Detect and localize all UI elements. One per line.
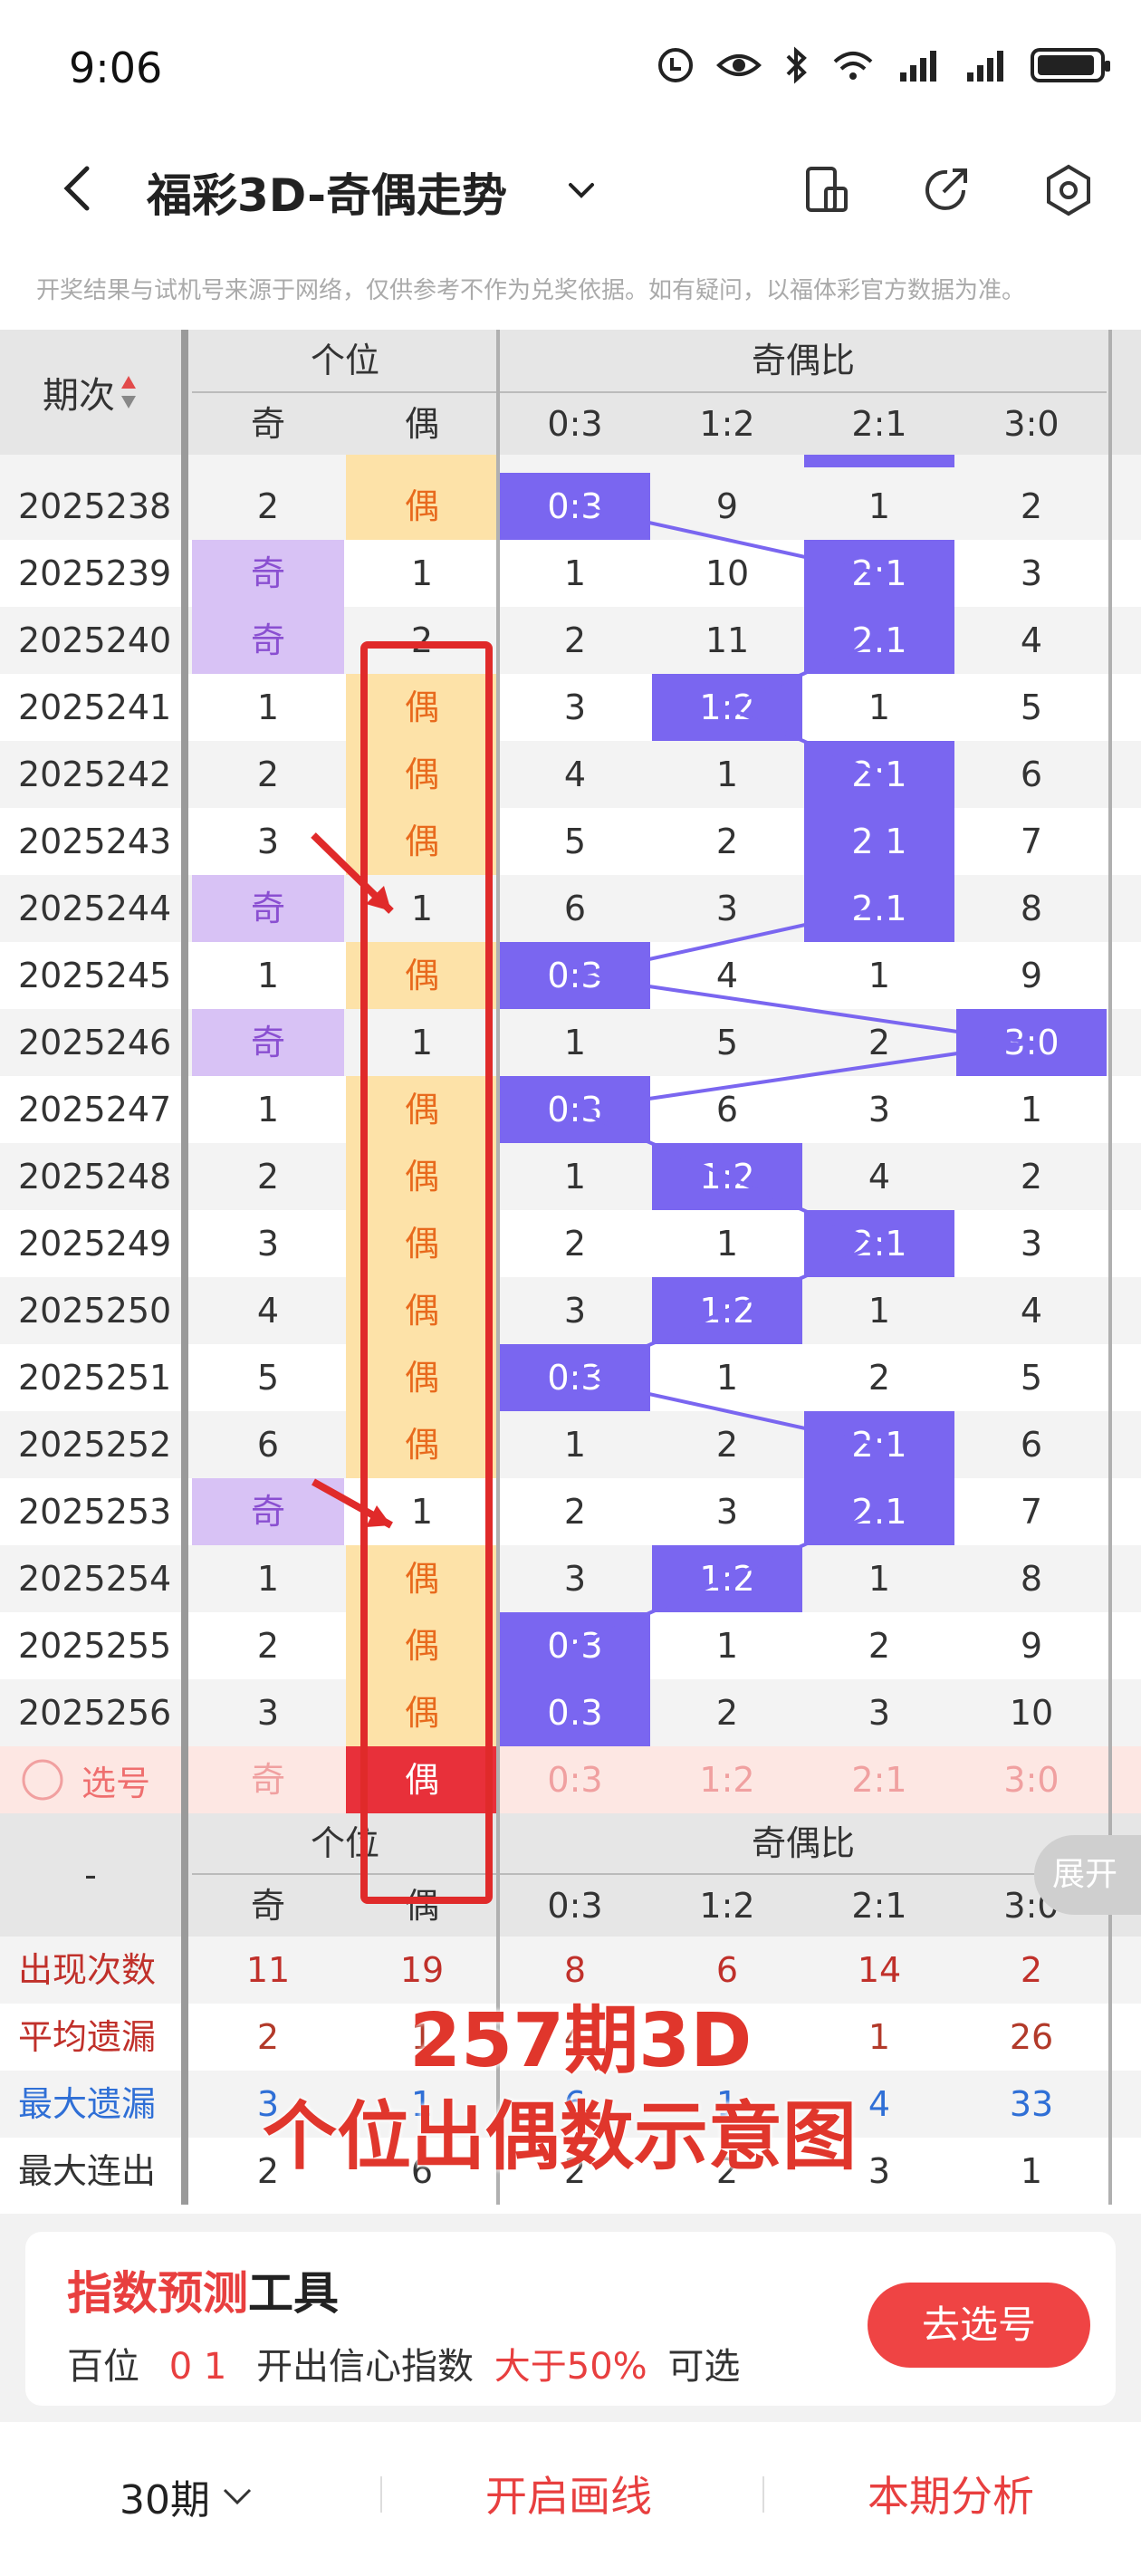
expand-button[interactable]: 展开 — [1034, 1835, 1141, 1915]
period-selector[interactable]: 30期 — [120, 2467, 255, 2525]
promo-percent: 大于50% — [494, 2346, 647, 2388]
select-number-button[interactable]: 去选号 — [868, 2283, 1090, 2368]
draw-lines-button[interactable]: 开启画线 — [485, 2464, 652, 2523]
promo-card: 指数预测工具 百位 0 1 开出信心指数 大于50% 可选 去选号 — [0, 2214, 1141, 2422]
promo-confidence-label: 开出信心指数 — [256, 2346, 475, 2388]
chevron-down-icon — [223, 2488, 252, 2505]
promo-selectable: 可选 — [667, 2346, 741, 2388]
analysis-button[interactable]: 本期分析 — [868, 2464, 1034, 2523]
promo-title-highlight: 指数预测 — [67, 2267, 248, 2320]
period-selector-label: 30期 — [120, 2477, 210, 2523]
overlay-subtitle: 个位出偶数示意图 — [263, 2094, 858, 2180]
annotation-overlay — [311, 641, 493, 1904]
promo-title: 工具 — [248, 2267, 339, 2320]
overlay-title: 257期3D — [409, 1998, 753, 2084]
promo-position: 百位 — [67, 2346, 139, 2388]
promo-numbers: 0 1 — [168, 2346, 227, 2388]
bottom-bar: 30期 开启画线 本期分析 — [0, 2422, 1141, 2576]
